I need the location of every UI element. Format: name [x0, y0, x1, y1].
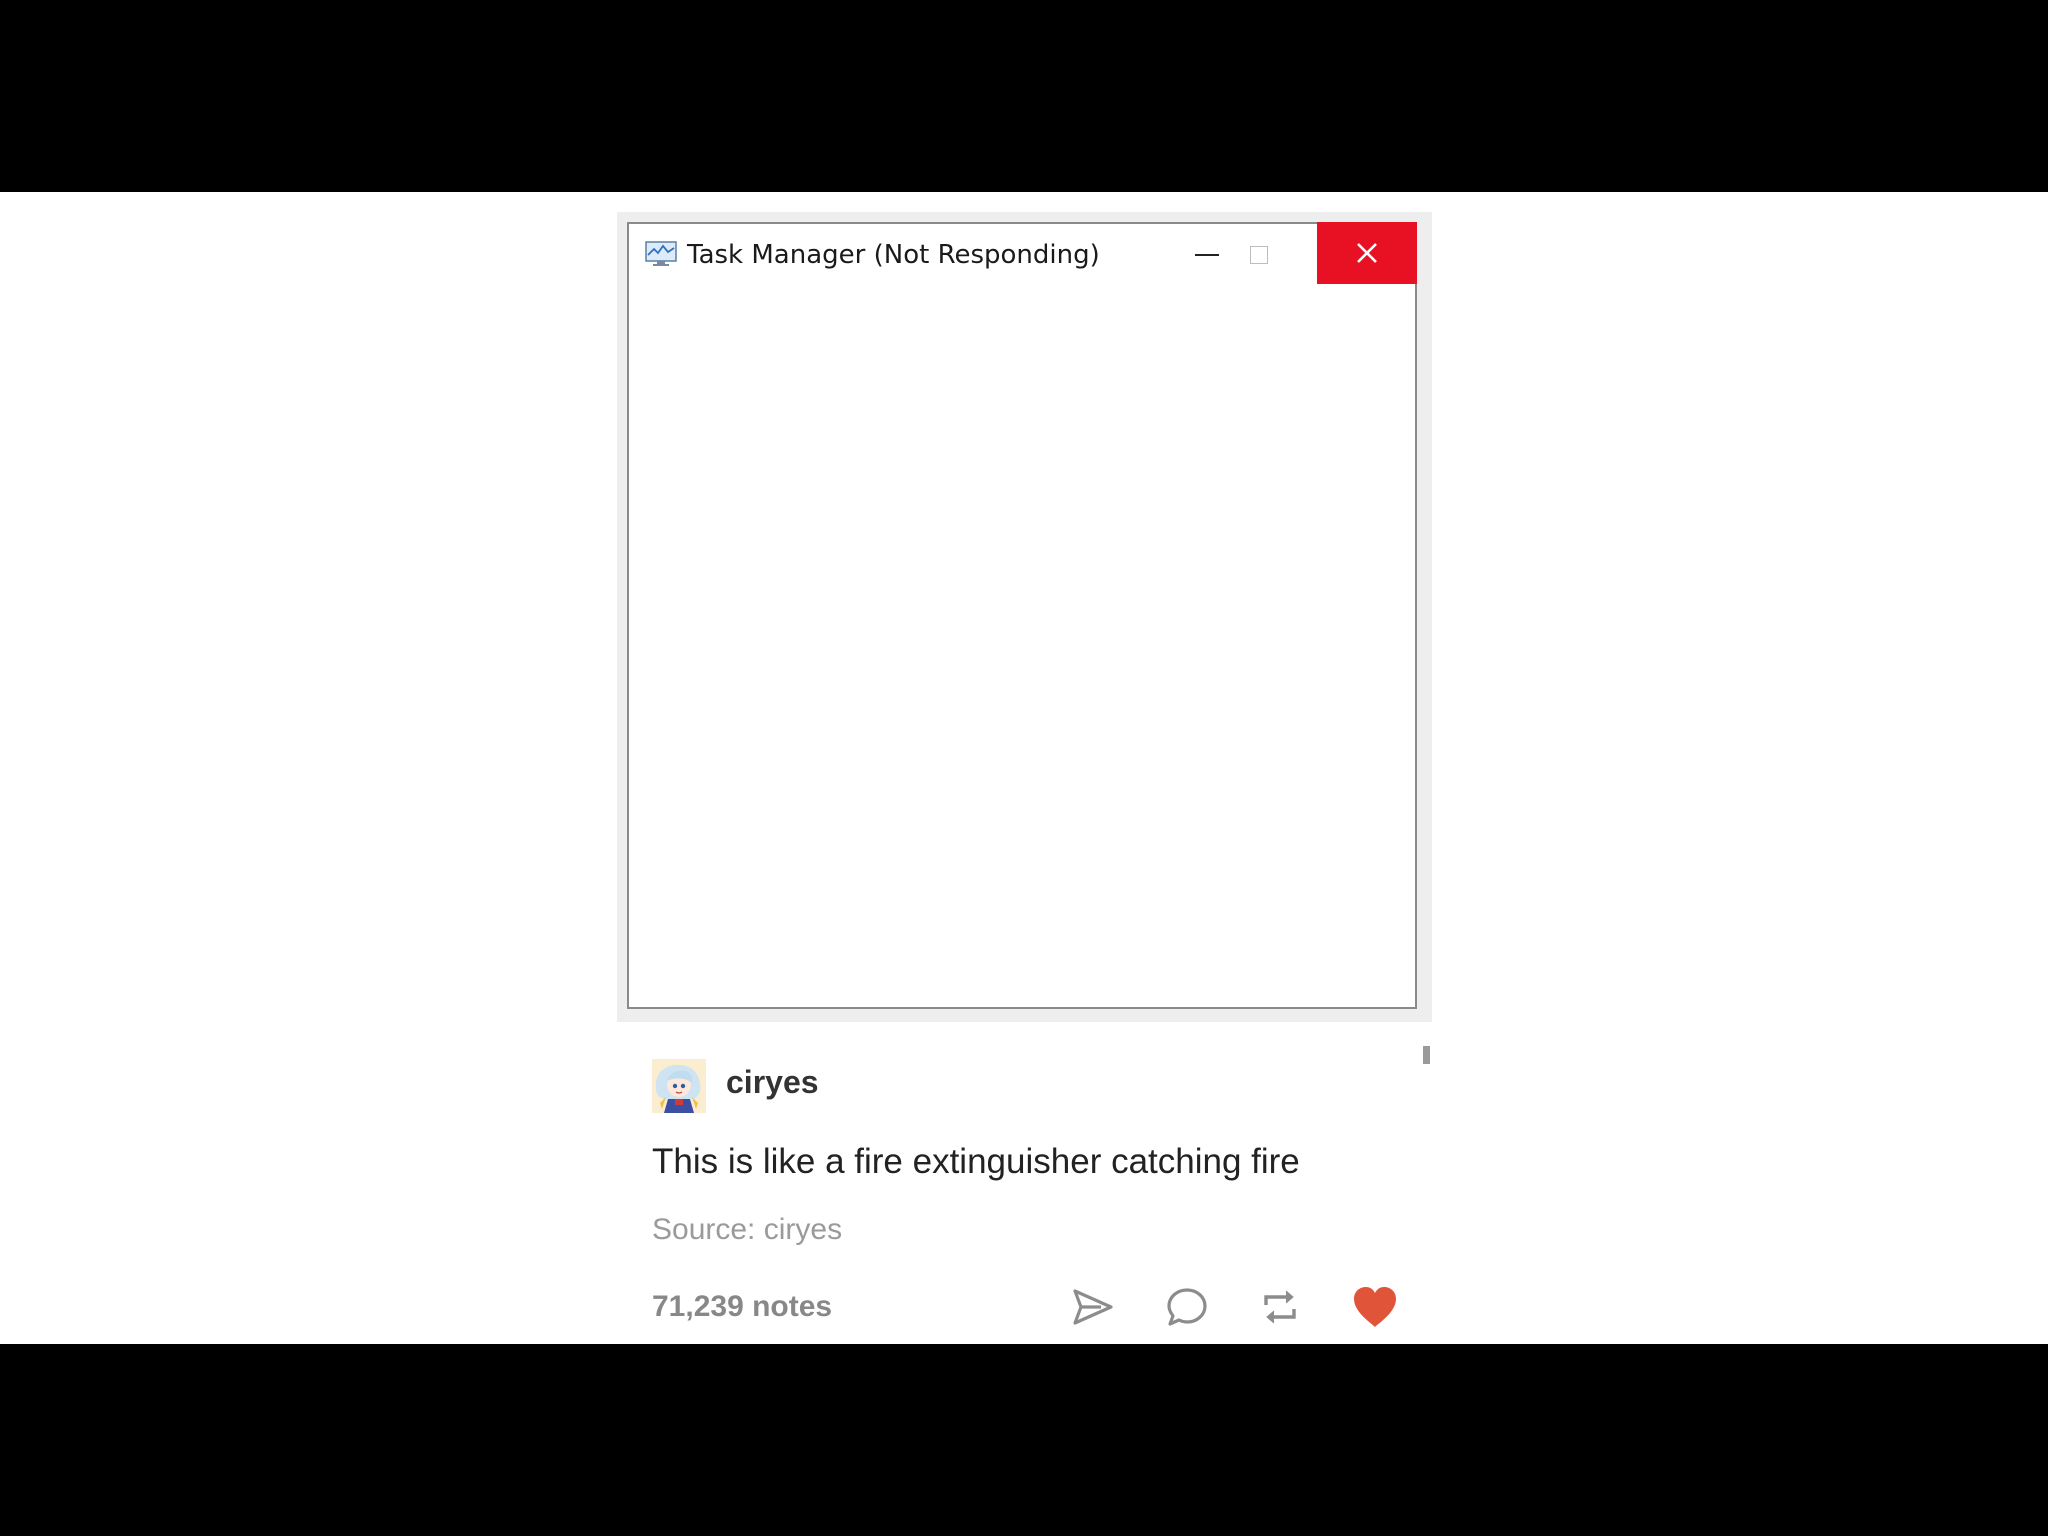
maximize-button[interactable] — [1209, 224, 1309, 286]
like-button[interactable] — [1350, 1282, 1400, 1332]
avatar[interactable] — [652, 1059, 706, 1113]
share-button[interactable] — [1068, 1282, 1118, 1332]
maximize-icon — [1250, 246, 1268, 264]
reblog-icon — [1264, 1290, 1296, 1324]
post-body-text: This is like a fire extinguisher catchin… — [652, 1142, 1300, 1181]
window-title: Task Manager (Not Responding) — [687, 240, 1100, 270]
title-bar[interactable]: Task Manager (Not Responding) — [629, 222, 1417, 286]
close-icon — [1357, 243, 1377, 263]
post-actions — [1068, 1282, 1408, 1332]
scrollbar-thumb[interactable] — [1423, 1046, 1430, 1064]
reply-icon — [1167, 1288, 1207, 1326]
notes-count[interactable]: 71,239 notes — [652, 1290, 832, 1324]
share-icon — [1073, 1289, 1113, 1325]
close-button[interactable] — [1317, 222, 1417, 284]
heart-icon — [1354, 1287, 1396, 1327]
reply-button[interactable] — [1162, 1282, 1212, 1332]
reblog-button[interactable] — [1255, 1282, 1305, 1332]
post-username[interactable]: ciryes — [726, 1064, 819, 1101]
task-manager-icon — [645, 240, 677, 268]
task-manager-window: Task Manager (Not Responding) — [627, 222, 1417, 1009]
post-source[interactable]: Source: ciryes — [652, 1213, 842, 1247]
